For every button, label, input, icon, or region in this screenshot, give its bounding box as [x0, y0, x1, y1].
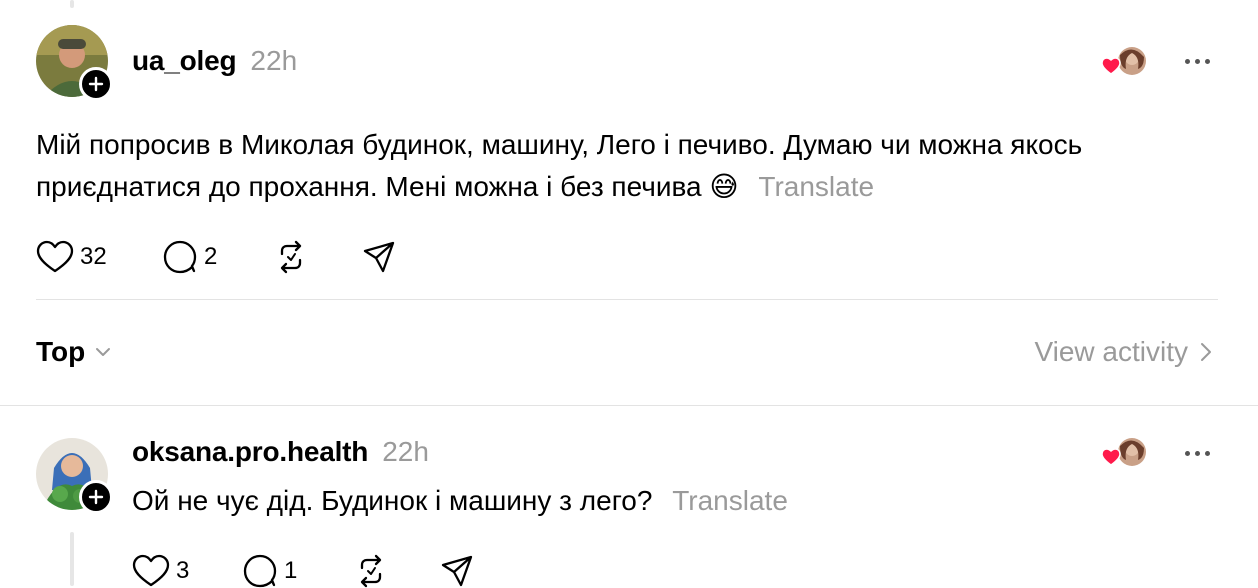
liked-by-avatars[interactable] [1101, 45, 1146, 77]
chevron-right-icon [1201, 343, 1211, 361]
post-emoji: 😅 [709, 171, 739, 202]
reply-text-block: Ой не чує дід. Будинок і машину з лего? … [132, 480, 1212, 522]
repost-icon [280, 240, 302, 274]
post: ua_oleg 22h Мій попросив в Миколая будин… [0, 0, 1258, 300]
plus-icon [88, 76, 104, 92]
post-share-button[interactable] [362, 240, 396, 274]
post-text-block: Мій попросив в Миколая будинок, машину, … [36, 124, 1226, 208]
heart-icon [36, 240, 74, 273]
post-like-button[interactable]: 32 [36, 240, 107, 274]
reply-liked-by-avatars[interactable] [1101, 436, 1146, 468]
heart-icon [132, 554, 170, 587]
more-icon [1185, 59, 1190, 64]
follow-plus-button[interactable] [79, 67, 113, 101]
repost-icon [360, 554, 382, 588]
view-activity-link[interactable]: View activity [1034, 336, 1212, 368]
sort-dropdown[interactable]: Top [36, 336, 111, 368]
post-divider [36, 299, 1218, 300]
post-username[interactable]: ua_oleg [132, 45, 237, 77]
post-reply-button[interactable]: 2 [162, 240, 217, 274]
reply-share-button[interactable] [440, 554, 474, 588]
reply-username[interactable]: oksana.pro.health [132, 436, 368, 468]
more-icon [1185, 451, 1190, 456]
reply-post: oksana.pro.health 22h Ой не чує дід. Буд… [0, 406, 1258, 588]
reply-like-button[interactable]: 3 [132, 554, 189, 588]
sort-label: Top [36, 336, 86, 367]
reply-translate-link[interactable]: Translate [672, 485, 788, 516]
follow-plus-button-reply[interactable] [79, 480, 113, 514]
plus-icon [88, 489, 104, 505]
share-icon [441, 555, 473, 587]
comment-icon [243, 554, 277, 588]
reply-text: Ой не чує дід. Будинок і машину з лего? [132, 485, 653, 516]
post-reply-count: 2 [204, 243, 218, 270]
view-activity-label: View activity [1034, 336, 1188, 367]
reply-repost-button[interactable] [354, 554, 388, 588]
reply-reply-count: 1 [284, 557, 298, 584]
share-icon [363, 241, 395, 273]
post-like-count: 32 [80, 243, 107, 270]
chevron-down-icon [96, 348, 111, 356]
post-time: 22h [250, 45, 298, 76]
post-text: Мій попросив в Миколая будинок, машину, … [36, 129, 1083, 202]
reply-reply-button[interactable]: 1 [242, 554, 297, 588]
reply-like-count: 3 [176, 557, 190, 584]
thread-line-reply [70, 532, 74, 586]
reply-more-button[interactable] [1185, 451, 1210, 456]
reply-time: 22h [382, 436, 429, 467]
comment-icon [163, 240, 197, 274]
post-repost-button[interactable] [274, 240, 308, 274]
post-translate-link[interactable]: Translate [758, 171, 874, 202]
post-more-button[interactable] [1185, 59, 1210, 64]
